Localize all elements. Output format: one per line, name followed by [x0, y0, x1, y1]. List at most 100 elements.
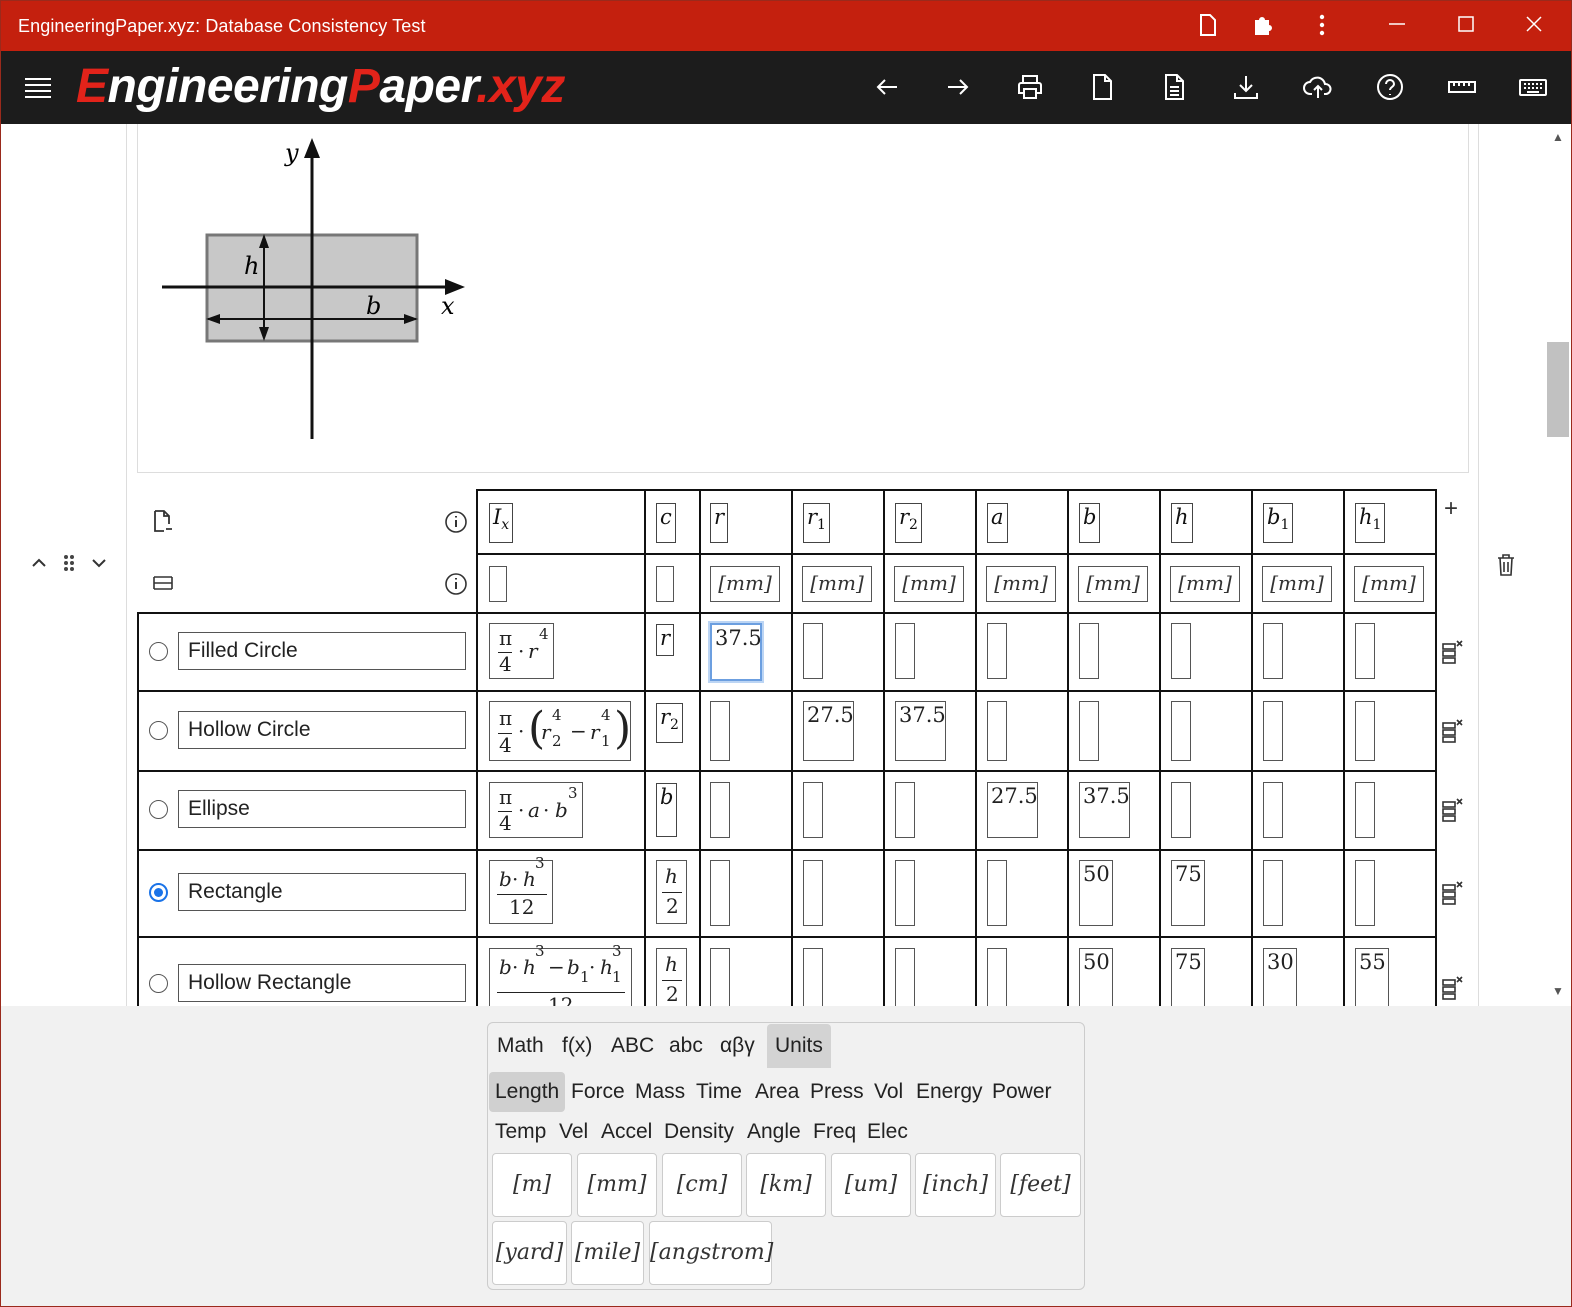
new-sheet-icon[interactable]	[1086, 71, 1118, 103]
subtab-power[interactable]: Power	[986, 1072, 1058, 1112]
unit-key-cm[interactable]: [cm]	[662, 1153, 742, 1217]
unit-input-b1[interactable]: [mm]	[1262, 566, 1332, 602]
subtab-time[interactable]: Time	[690, 1072, 748, 1112]
c-value[interactable]: r	[656, 624, 675, 656]
subtab-elec[interactable]: Elec	[861, 1112, 914, 1152]
unit-key-inch[interactable]: [inch]	[915, 1153, 996, 1217]
value-input[interactable]	[1355, 701, 1375, 761]
unit-input-h[interactable]: [mm]	[1170, 566, 1240, 602]
value-input[interactable]	[1355, 623, 1375, 679]
info-icon[interactable]	[444, 510, 468, 540]
drag-handle-icon[interactable]	[61, 553, 77, 579]
value-input-r1[interactable]: 27.5	[803, 701, 854, 761]
var-header-h1[interactable]: h1	[1355, 503, 1386, 543]
value-input[interactable]	[1171, 701, 1191, 761]
var-header-r[interactable]: r	[710, 503, 729, 543]
maximize-icon[interactable]	[1454, 14, 1478, 38]
hide-notes-icon[interactable]	[152, 509, 174, 539]
subtab-density[interactable]: Density	[658, 1112, 740, 1152]
scroll-down-arrow-icon[interactable]: ▼	[1552, 984, 1564, 998]
download-icon[interactable]	[1230, 71, 1262, 103]
value-input-r[interactable]: 37.5	[710, 623, 762, 681]
unit-input-c[interactable]	[656, 566, 674, 602]
value-input[interactable]	[895, 782, 915, 838]
value-input[interactable]	[987, 623, 1007, 679]
unit-key-um[interactable]: [um]	[831, 1153, 911, 1217]
value-input[interactable]	[987, 948, 1007, 1006]
c-value-fraction[interactable]: h 2	[656, 860, 687, 924]
value-input-h1[interactable]: 55	[1355, 948, 1389, 1006]
formula-ellipse[interactable]: π 4 · a · b 3	[489, 782, 583, 838]
units-info-icon[interactable]	[444, 572, 468, 602]
value-input[interactable]	[1263, 701, 1283, 761]
hide-units-icon[interactable]	[152, 573, 174, 599]
delete-row-icon[interactable]	[1441, 640, 1465, 666]
row-select-radio[interactable]	[149, 642, 168, 661]
unit-input-b[interactable]: [mm]	[1078, 566, 1148, 602]
value-input[interactable]	[803, 948, 823, 1006]
value-input[interactable]	[1355, 860, 1375, 926]
value-input[interactable]	[803, 623, 823, 679]
value-input[interactable]	[710, 860, 730, 926]
tab-functions[interactable]: f(x)	[554, 1024, 600, 1068]
var-header-b1[interactable]: b1	[1263, 503, 1294, 543]
extensions-icon[interactable]	[1250, 14, 1274, 38]
subtab-temp[interactable]: Temp	[489, 1112, 552, 1152]
tab-lowercase[interactable]: abc	[661, 1024, 711, 1068]
value-input[interactable]	[803, 860, 823, 926]
unit-key-angstrom[interactable]: [angstrom]	[649, 1221, 773, 1285]
tab-uppercase[interactable]: ABC	[603, 1024, 662, 1068]
vertical-scrollbar[interactable]: ▲ ▼	[1546, 124, 1571, 1006]
value-input[interactable]	[710, 701, 730, 761]
subtab-freq[interactable]: Freq	[807, 1112, 862, 1152]
var-header-h[interactable]: h	[1171, 503, 1193, 543]
help-icon[interactable]	[1374, 71, 1406, 103]
undo-icon[interactable]	[871, 71, 903, 103]
subtab-energy[interactable]: Energy	[910, 1072, 989, 1112]
value-input[interactable]	[1263, 623, 1283, 679]
open-sheet-icon[interactable]	[1158, 71, 1190, 103]
var-header-r2[interactable]: r2	[895, 503, 922, 543]
formula-rectangle[interactable]: b · h 3 12	[489, 854, 553, 924]
value-input[interactable]	[1079, 623, 1099, 679]
print-icon[interactable]	[1014, 71, 1046, 103]
row-select-radio[interactable]	[149, 721, 168, 740]
redo-icon[interactable]	[942, 71, 974, 103]
unit-input-r[interactable]: [mm]	[710, 566, 780, 602]
value-input[interactable]	[895, 623, 915, 679]
c-value[interactable]: r2	[656, 703, 683, 743]
minimize-icon[interactable]	[1385, 14, 1409, 38]
value-input-h[interactable]: 75	[1171, 948, 1205, 1006]
value-input[interactable]	[710, 782, 730, 838]
ruler-icon[interactable]	[1446, 71, 1478, 103]
row-label-input[interactable]: Rectangle	[178, 873, 466, 911]
row-select-radio-selected[interactable]	[149, 883, 168, 902]
tab-units[interactable]: Units	[767, 1024, 831, 1068]
c-value-fraction[interactable]: h 2	[656, 948, 687, 1006]
value-input[interactable]	[710, 948, 730, 1006]
tab-math[interactable]: Math	[489, 1024, 552, 1068]
value-input[interactable]	[1355, 782, 1375, 838]
var-header-Ix[interactable]: Ix	[489, 503, 514, 543]
tab-greek[interactable]: αβγ	[712, 1024, 763, 1068]
unit-key-mm[interactable]: [mm]	[577, 1153, 657, 1217]
value-input-h[interactable]: 75	[1171, 860, 1205, 926]
subtab-mass[interactable]: Mass	[629, 1072, 691, 1112]
var-header-c[interactable]: c	[656, 503, 676, 543]
value-input[interactable]	[1263, 782, 1283, 838]
value-input[interactable]	[987, 860, 1007, 926]
unit-input-r1[interactable]: [mm]	[802, 566, 872, 602]
var-header-b[interactable]: b	[1079, 503, 1101, 543]
unit-key-mile[interactable]: [mile]	[571, 1221, 644, 1285]
value-input[interactable]	[1171, 782, 1191, 838]
formula-hollow-rectangle[interactable]: b · h 3 − b 1 · h 3 1 12	[489, 942, 632, 1006]
more-options-icon[interactable]	[1310, 14, 1334, 38]
row-label-input[interactable]: Hollow Rectangle	[178, 964, 466, 1002]
subtab-force[interactable]: Force	[565, 1072, 631, 1112]
value-input[interactable]	[895, 948, 915, 1006]
row-select-radio[interactable]	[149, 974, 168, 993]
delete-row-icon[interactable]	[1441, 881, 1465, 907]
value-input[interactable]	[1079, 701, 1099, 761]
unit-input-r2[interactable]: [mm]	[894, 566, 964, 602]
subtab-vol[interactable]: Vol	[868, 1072, 909, 1112]
